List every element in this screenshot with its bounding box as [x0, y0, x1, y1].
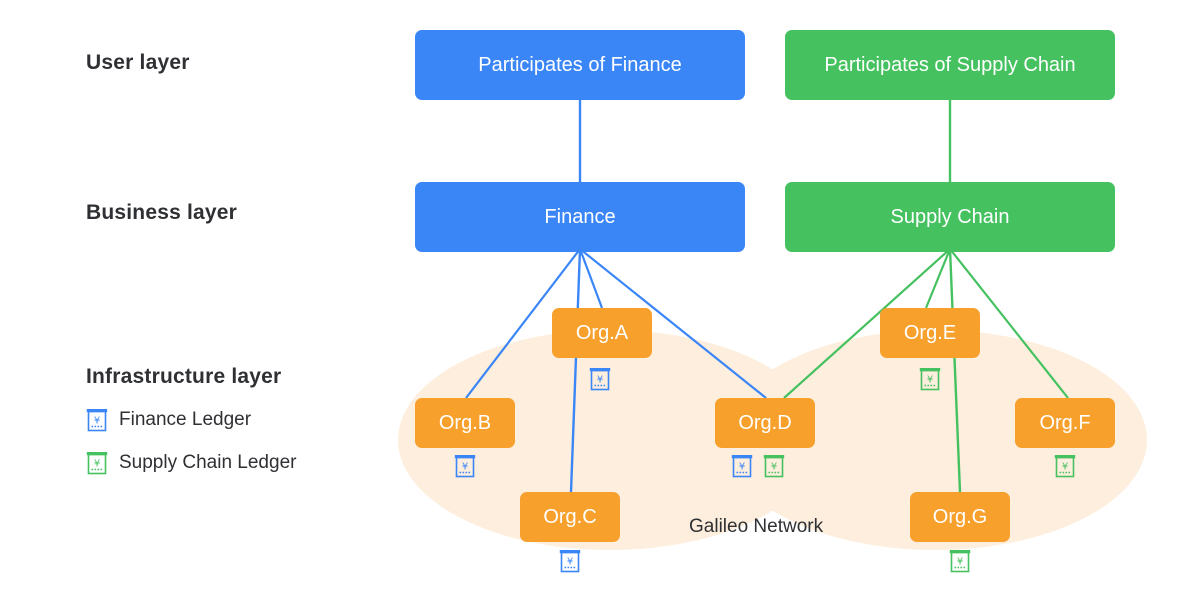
- supply-chain-ledger-icon: ¥: [1054, 453, 1076, 479]
- org-node-org-d[interactable]: Org.D: [715, 398, 815, 448]
- org-node-org-a-label: Org.A: [575, 321, 629, 344]
- org-node-org-b[interactable]: Org.B: [415, 398, 515, 448]
- org-node-org-c-label: Org.C: [543, 505, 597, 528]
- business-node-supply-chain[interactable]: Supply Chain: [785, 182, 1115, 252]
- org-b-ledgers: ¥: [454, 453, 476, 479]
- layer-label-user: User layer: [86, 51, 190, 74]
- org-node-org-c[interactable]: Org.C: [520, 492, 620, 542]
- svg-text:¥: ¥: [739, 462, 745, 473]
- org-node-org-b-label: Org.B: [438, 411, 492, 434]
- svg-text:¥: ¥: [597, 375, 603, 386]
- legend-item-finance-ledger: ¥ Finance Ledger: [86, 407, 251, 433]
- supply-chain-ledger-icon: ¥: [763, 453, 785, 479]
- supply-chain-ledger-icon: ¥: [949, 548, 971, 574]
- svg-text:¥: ¥: [567, 557, 573, 568]
- finance-ledger-icon: ¥: [731, 453, 753, 479]
- org-node-org-f[interactable]: Org.F: [1015, 398, 1115, 448]
- org-node-org-d-label: Org.D: [738, 411, 792, 434]
- finance-ledger-icon: ¥: [86, 407, 108, 433]
- org-node-org-e-label: Org.E: [903, 321, 957, 344]
- legend-label-finance-ledger: Finance Ledger: [119, 409, 252, 430]
- svg-text:¥: ¥: [957, 557, 963, 568]
- svg-text:¥: ¥: [1062, 462, 1068, 473]
- org-c-ledgers: ¥: [559, 548, 581, 574]
- business-node-supply-chain-label: Supply Chain: [890, 205, 1010, 228]
- user-node-participates-of-finance-label: Participates of Finance: [478, 53, 682, 76]
- svg-text:¥: ¥: [927, 375, 933, 386]
- user-node-participates-of-supply-chain-label: Participates of Supply Chain: [824, 53, 1076, 76]
- org-node-org-e[interactable]: Org.E: [880, 308, 980, 358]
- org-node-org-g-label: Org.G: [932, 505, 988, 528]
- org-g-ledgers: ¥: [949, 548, 971, 574]
- org-node-org-f-label: Org.F: [1039, 411, 1091, 434]
- finance-ledger-icon: ¥: [559, 548, 581, 574]
- org-d-ledgers: ¥ ¥: [731, 453, 785, 479]
- user-node-participates-of-supply-chain[interactable]: Participates of Supply Chain: [785, 30, 1115, 100]
- org-node-org-g[interactable]: Org.G: [910, 492, 1010, 542]
- supply-chain-ledger-icon: ¥: [86, 450, 108, 476]
- user-node-participates-of-finance[interactable]: Participates of Finance: [415, 30, 745, 100]
- svg-text:¥: ¥: [771, 462, 777, 473]
- finance-ledger-icon: ¥: [454, 453, 476, 479]
- svg-text:¥: ¥: [94, 459, 100, 470]
- svg-text:¥: ¥: [94, 416, 100, 427]
- finance-ledger-icon: ¥: [589, 366, 611, 392]
- org-f-ledgers: ¥: [1054, 453, 1076, 479]
- layer-label-infrastructure: Infrastructure layer: [86, 365, 282, 388]
- diagram-canvas: User layer Business layer Infrastructure…: [0, 0, 1200, 605]
- legend-label-supply-chain-ledger: Supply Chain Ledger: [119, 452, 297, 473]
- edge-supply-chain-to-org-e: [924, 248, 952, 309]
- svg-text:¥: ¥: [462, 462, 468, 473]
- supply-chain-ledger-icon: ¥: [919, 366, 941, 392]
- org-a-ledgers: ¥: [589, 366, 611, 392]
- business-node-finance[interactable]: Finance: [415, 182, 745, 252]
- business-node-finance-label: Finance: [544, 205, 616, 228]
- layer-label-business: Business layer: [86, 201, 238, 224]
- legend-item-supply-chain-ledger: ¥ Supply Chain Ledger: [86, 450, 296, 476]
- org-e-ledgers: ¥: [919, 366, 941, 392]
- org-node-org-a[interactable]: Org.A: [552, 308, 652, 358]
- network-caption: Galileo Network: [689, 516, 824, 537]
